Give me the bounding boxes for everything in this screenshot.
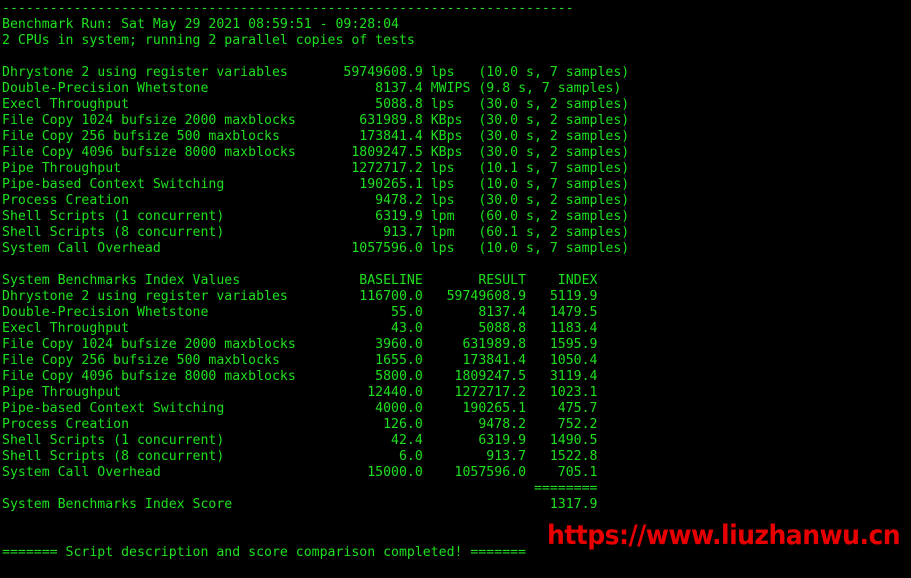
terminal-window: ----------------------------------------… xyxy=(0,0,911,578)
site-watermark: https://www.liuzhanwu.cn xyxy=(547,520,901,551)
benchmark-output-text: ----------------------------------------… xyxy=(2,1,630,560)
terminal-output-area: ----------------------------------------… xyxy=(2,1,909,561)
